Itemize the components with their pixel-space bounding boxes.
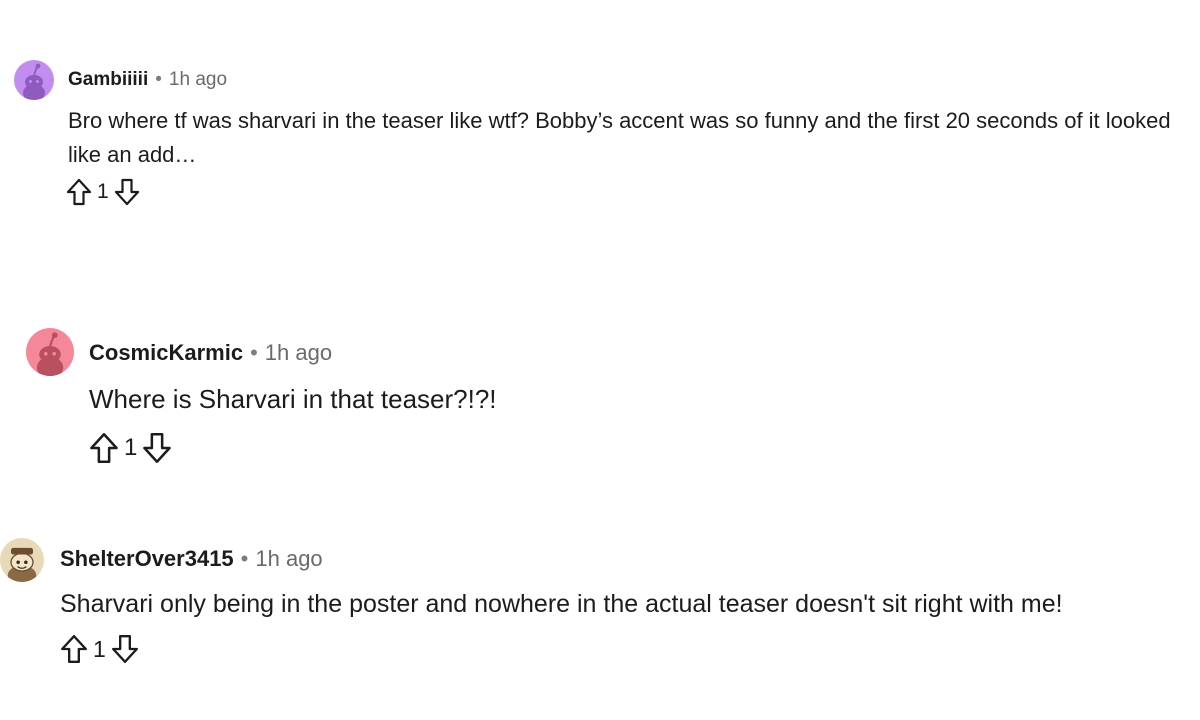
comment-timestamp[interactable]: 1h ago bbox=[255, 546, 322, 572]
comment-body: Bro where tf was sharvari in the teaser … bbox=[68, 108, 1171, 167]
vote-score: 1 bbox=[124, 434, 138, 461]
comment-timestamp[interactable]: 1h ago bbox=[265, 340, 332, 366]
username-link[interactable]: ShelterOver3415 bbox=[60, 546, 234, 572]
username-link[interactable]: Gambiiiii bbox=[68, 69, 148, 91]
username-link[interactable]: CosmicKarmic bbox=[89, 340, 243, 366]
vote-bar: 1 bbox=[60, 634, 139, 664]
vote-bar: 1 bbox=[89, 432, 172, 464]
comment-body: Sharvari only being in the poster and no… bbox=[60, 590, 1063, 618]
comment-meta: Gambiiiii • 1h ago bbox=[68, 69, 227, 91]
vote-score: 1 bbox=[93, 635, 106, 662]
meta-separator: • bbox=[155, 69, 162, 90]
upvote-icon[interactable] bbox=[89, 432, 119, 464]
downvote-icon[interactable] bbox=[111, 634, 139, 664]
user-avatar-icon[interactable] bbox=[26, 328, 74, 376]
downvote-icon[interactable] bbox=[142, 432, 172, 464]
vote-score: 1 bbox=[97, 180, 109, 203]
comment-timestamp[interactable]: 1h ago bbox=[169, 69, 227, 91]
comment-meta: ShelterOver3415 • 1h ago bbox=[60, 546, 323, 572]
upvote-icon[interactable] bbox=[66, 178, 92, 206]
downvote-icon[interactable] bbox=[114, 178, 140, 206]
vote-bar: 1 bbox=[66, 178, 140, 206]
user-avatar-icon[interactable] bbox=[14, 60, 54, 100]
comment-meta: CosmicKarmic • 1h ago bbox=[89, 340, 332, 366]
user-avatar-icon[interactable] bbox=[0, 538, 44, 582]
upvote-icon[interactable] bbox=[60, 634, 88, 664]
meta-separator: • bbox=[240, 546, 249, 571]
comment-body: Where is Sharvari in that teaser?!?! bbox=[89, 384, 497, 414]
meta-separator: • bbox=[250, 340, 258, 365]
